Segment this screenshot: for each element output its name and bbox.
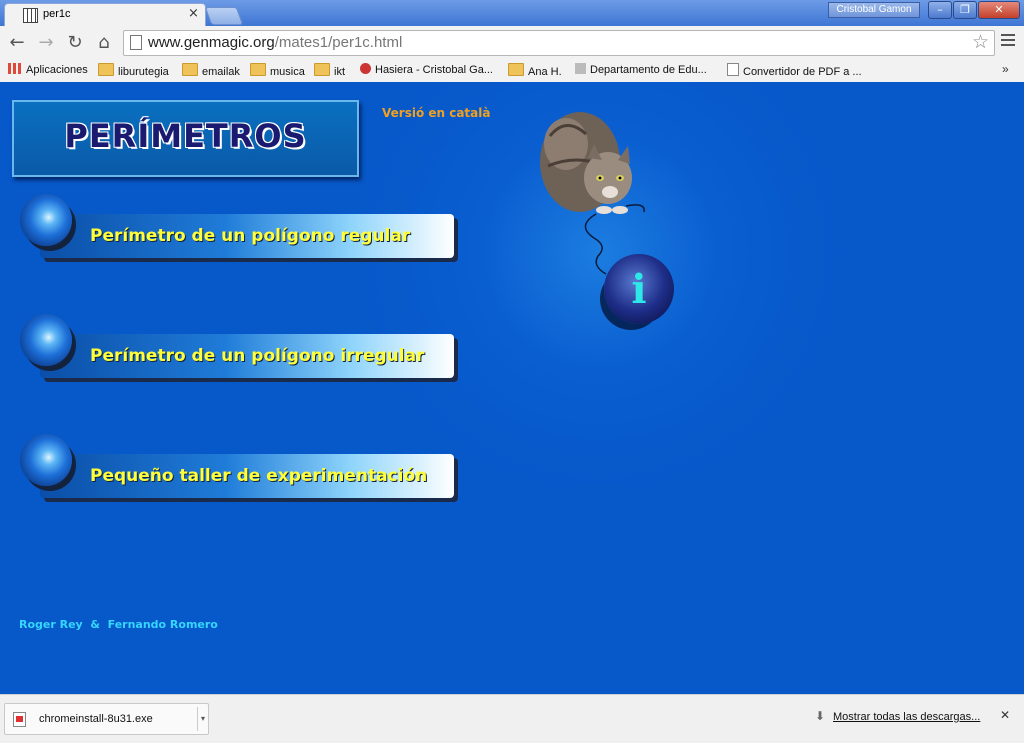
- blue-sphere-icon: [20, 194, 72, 246]
- profile-name-button[interactable]: Cristobal Gamon: [828, 2, 920, 18]
- menu-irregular-polygon[interactable]: Perímetro de un polígono irregular: [18, 312, 458, 384]
- back-icon[interactable]: ←: [6, 32, 28, 53]
- bookmark-label: Aplicaciones: [26, 64, 88, 76]
- info-letter: i: [631, 266, 647, 313]
- minimize-button[interactable]: –: [928, 1, 952, 19]
- browser-title-bar: per1c × Cristobal Gamon – ❐ ✕: [0, 0, 1024, 27]
- browser-toolbar: ← → ↻ ⌂ www.genmagic.org/mates1/per1c.ht…: [0, 26, 1024, 60]
- page-content: PERÍMETROS Versió en català Perímetro de…: [0, 82, 1024, 694]
- bookmarks-bar: Aplicaciones liburutegia emailak musica …: [0, 60, 1024, 83]
- info-icon[interactable]: i: [604, 254, 674, 324]
- bookmark-label: emailak: [202, 66, 240, 78]
- bookmark-label: Hasiera - Cristobal Ga...: [375, 64, 493, 76]
- bookmark-label: Departamento de Edu...: [590, 64, 707, 76]
- forward-icon[interactable]: →: [35, 32, 57, 53]
- url-text[interactable]: www.genmagic.org/mates1/per1c.html: [148, 34, 402, 51]
- bookmark-folder-emailak[interactable]: emailak: [182, 63, 240, 78]
- catalan-version-link[interactable]: Versió en català: [382, 106, 490, 120]
- folder-icon: [250, 63, 266, 76]
- bookmark-label: Ana H.: [528, 66, 562, 78]
- bookmark-departamento[interactable]: Departamento de Edu...: [575, 63, 707, 76]
- menu-label: Perímetro de un polígono regular: [90, 226, 411, 246]
- tab-title: per1c: [43, 8, 71, 20]
- downloads-shelf: chromeinstall-8u31.exe ▾ ⬇ Mostrar todas…: [0, 694, 1024, 743]
- menu-experiment-workshop[interactable]: Pequeño taller de experimentación: [18, 432, 458, 504]
- bookmark-label: Convertidor de PDF a ...: [743, 66, 862, 78]
- show-all-downloads-link[interactable]: Mostrar todas las descargas...: [833, 711, 980, 723]
- bookmark-folder-ikt[interactable]: ikt: [314, 63, 345, 78]
- cat-image: [540, 112, 645, 275]
- blue-sphere-icon: [20, 434, 72, 486]
- address-bar[interactable]: www.genmagic.org/mates1/per1c.html ☆: [123, 30, 995, 56]
- building-icon: [575, 63, 586, 74]
- menu-regular-polygon[interactable]: Perímetro de un polígono regular: [18, 192, 458, 264]
- home-icon[interactable]: ⌂: [93, 32, 115, 53]
- blue-sphere-icon: [20, 314, 72, 366]
- bookmark-folder-ana[interactable]: Ana H.: [508, 63, 562, 78]
- tab-close-icon[interactable]: ×: [188, 6, 199, 21]
- bookmark-label: musica: [270, 66, 305, 78]
- site-favicon-icon: [360, 63, 371, 74]
- grid-icon: [23, 8, 38, 23]
- chrome-menu-icon[interactable]: [1001, 34, 1015, 49]
- bookmark-label: ikt: [334, 66, 345, 78]
- download-arrow-icon: ⬇: [815, 709, 826, 723]
- download-item[interactable]: chromeinstall-8u31.exe ▾: [4, 703, 209, 735]
- folder-icon: [508, 63, 524, 76]
- apps-grid-icon: [8, 63, 22, 74]
- close-window-button[interactable]: ✕: [978, 1, 1020, 19]
- folder-icon: [98, 63, 114, 76]
- page-title: PERÍMETROS: [64, 117, 307, 155]
- bookmark-folder-musica[interactable]: musica: [250, 63, 305, 78]
- maximize-button[interactable]: ❐: [953, 1, 977, 19]
- menu-label: Perímetro de un polígono irregular: [90, 346, 425, 366]
- bookmarks-overflow-icon[interactable]: »: [1002, 62, 1009, 76]
- bookmark-label: liburutegia: [118, 66, 169, 78]
- url-domain: www.genmagic.org: [148, 34, 275, 51]
- bookmark-hasiera[interactable]: Hasiera - Cristobal Ga...: [360, 63, 493, 76]
- bookmark-convertidor[interactable]: Convertidor de PDF a ...: [727, 63, 862, 78]
- bookmark-folder-liburutegia[interactable]: liburutegia: [98, 63, 169, 78]
- folder-icon: [182, 63, 198, 76]
- bookmark-apps[interactable]: Aplicaciones: [8, 63, 88, 76]
- url-path: /mates1/per1c.html: [274, 34, 403, 51]
- close-downloads-icon[interactable]: ✕: [1000, 708, 1010, 722]
- menu-label: Pequeño taller de experimentación: [90, 466, 428, 486]
- java-file-icon: [13, 712, 26, 727]
- download-options-icon[interactable]: ▾: [197, 707, 208, 731]
- browser-tab[interactable]: per1c ×: [4, 3, 206, 27]
- download-file-name: chromeinstall-8u31.exe: [39, 713, 153, 725]
- authors-credit: Roger Rey & Fernando Romero: [19, 618, 218, 631]
- document-icon: [727, 63, 739, 76]
- new-tab-button[interactable]: [204, 7, 244, 25]
- page-title-banner: PERÍMETROS: [12, 100, 359, 177]
- page-icon: [130, 35, 142, 50]
- star-icon[interactable]: ☆: [972, 31, 989, 53]
- folder-icon: [314, 63, 330, 76]
- reload-icon[interactable]: ↻: [64, 32, 86, 53]
